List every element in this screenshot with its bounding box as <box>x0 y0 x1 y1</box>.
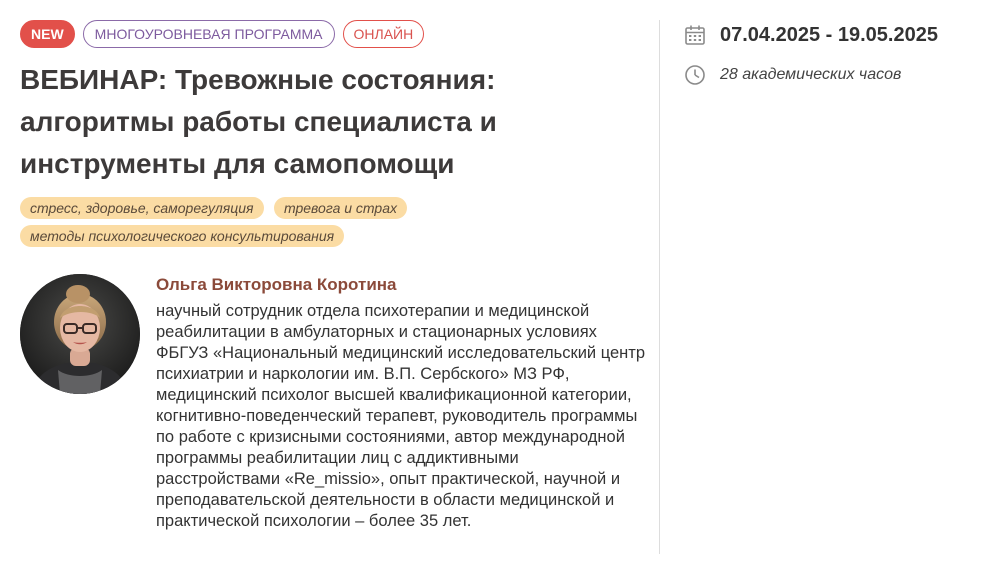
author-bio: научный сотрудник отдела психотерапии и … <box>156 302 645 530</box>
dates-row: 07.04.2025 - 19.05.2025 <box>684 20 938 50</box>
author-photo <box>20 274 140 394</box>
author-name[interactable]: Ольга Викторовна Коротина <box>156 273 646 297</box>
course-card: NEW МНОГОУРОВНЕВАЯ ПРОГРАММА ОНЛАЙН ВЕБИ… <box>0 0 990 578</box>
clock-icon <box>684 64 706 86</box>
calendar-icon <box>684 24 706 46</box>
tag-list: стресс, здоровье, саморегуляция тревога … <box>20 197 460 253</box>
course-meta: 07.04.2025 - 19.05.2025 28 академических… <box>684 20 938 90</box>
course-hours: 28 академических часов <box>720 66 902 83</box>
hours-row: 28 академических часов <box>684 60 938 90</box>
column-divider <box>659 20 660 554</box>
tag-item[interactable]: методы психологического консультирования <box>20 225 345 247</box>
tag-item[interactable]: тревога и страх <box>273 197 408 219</box>
course-title[interactable]: ВЕБИНАР: Тревожные состояния: алгоритмы … <box>20 59 620 185</box>
new-badge: NEW <box>20 20 75 48</box>
course-dates: 07.04.2025 - 19.05.2025 <box>720 24 938 46</box>
format-badge[interactable]: ОНЛАЙН <box>342 20 425 48</box>
program-badge[interactable]: МНОГОУРОВНЕВАЯ ПРОГРАММА <box>82 20 335 48</box>
tag-item[interactable]: стресс, здоровье, саморегуляция <box>20 197 264 219</box>
author-info: Ольга Викторовна Коротина научный сотруд… <box>156 273 646 532</box>
badge-row: NEW МНОГОУРОВНЕВАЯ ПРОГРАММА ОНЛАЙН <box>20 20 425 48</box>
author-avatar[interactable] <box>20 274 140 394</box>
